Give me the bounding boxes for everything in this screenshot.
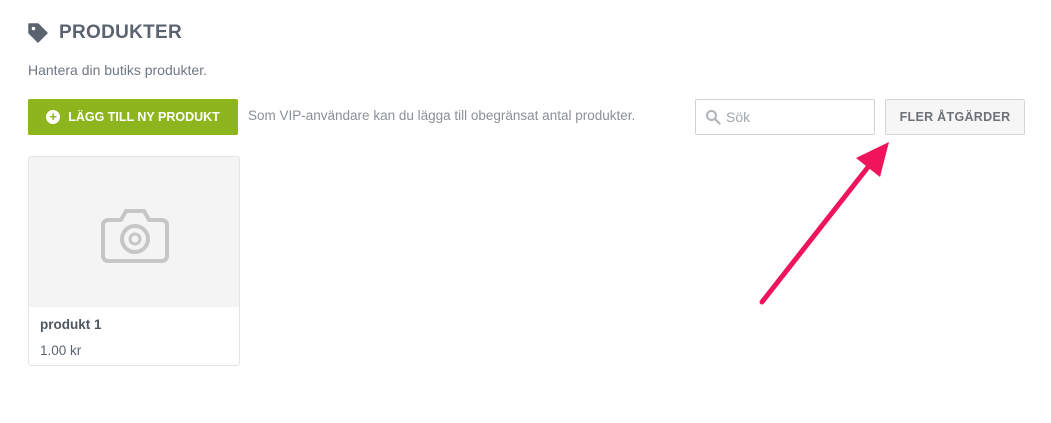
plus-circle-icon: + bbox=[46, 110, 61, 124]
product-name: produkt 1 bbox=[40, 317, 102, 332]
page-subtitle: Hantera din butiks produkter. bbox=[28, 62, 207, 78]
page-title: PRODUKTER bbox=[59, 22, 183, 43]
camera-icon bbox=[101, 209, 169, 263]
page-header: PRODUKTER bbox=[27, 22, 182, 44]
more-actions-button[interactable]: FLER ÅTGÄRDER bbox=[885, 99, 1025, 135]
toolbar: + LÄGG TILL NY PRODUKT Som VIP-användare… bbox=[28, 99, 1025, 136]
search-input[interactable] bbox=[726, 100, 866, 134]
tag-icon bbox=[28, 23, 48, 43]
add-product-button[interactable]: + LÄGG TILL NY PRODUKT bbox=[28, 99, 238, 135]
product-price: 1.00 kr bbox=[40, 343, 82, 358]
add-product-button-label: LÄGG TILL NY PRODUKT bbox=[68, 110, 220, 124]
more-actions-button-label: FLER ÅTGÄRDER bbox=[899, 110, 1011, 124]
search-icon bbox=[706, 110, 721, 125]
search-box[interactable] bbox=[695, 99, 875, 135]
product-card[interactable]: produkt 1 1.00 kr bbox=[28, 156, 240, 366]
vip-note: Som VIP-användare kan du lägga till obeg… bbox=[248, 108, 636, 123]
product-image-placeholder bbox=[29, 157, 239, 307]
